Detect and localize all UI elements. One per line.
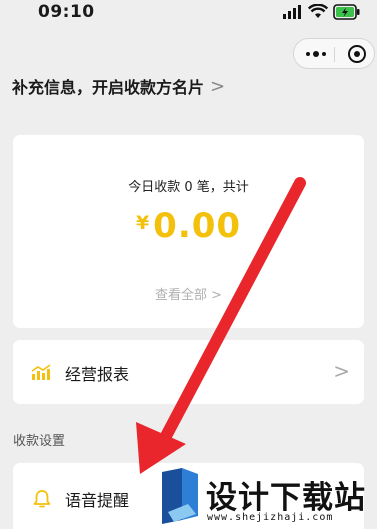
wifi-icon — [308, 4, 328, 18]
watermark: 设计下载站 www.shejizhaji.com — [150, 468, 377, 529]
voice-reminder-label: 语音提醒 — [65, 491, 130, 510]
watermark-logo — [162, 468, 198, 524]
chevron-right-icon: > — [210, 75, 226, 97]
chevron-right-icon: > — [211, 288, 222, 303]
close-mini-program-icon[interactable] — [348, 45, 366, 63]
view-all-label: 查看全部 — [155, 288, 208, 303]
today-amount: ¥0.00 — [13, 206, 364, 246]
amount-value: 0.00 — [153, 206, 242, 246]
complete-info-link[interactable]: 补充信息，开启收款方名片 > — [12, 74, 225, 98]
collection-settings-title: 收款设置 — [13, 434, 66, 449]
view-all-link[interactable]: 查看全部 > — [13, 284, 364, 303]
status-bar: 09:10 — [0, 0, 377, 28]
mini-program-capsule — [293, 38, 375, 69]
today-summary-card: 今日收款 0 笔，共计 ¥0.00 查看全部 > — [13, 135, 364, 328]
watermark-title: 设计下载站 — [206, 480, 366, 516]
today-collection-label: 今日收款 0 笔，共计 — [128, 180, 249, 195]
business-report-label: 经营报表 — [65, 365, 130, 384]
currency-symbol: ¥ — [135, 212, 150, 234]
chart-icon — [31, 364, 51, 380]
capsule-divider — [334, 47, 335, 62]
bell-icon — [33, 490, 51, 508]
status-time: 09:10 — [38, 2, 95, 22]
signal-icon — [283, 5, 301, 19]
chevron-right-icon: > — [333, 359, 350, 383]
watermark-url: www.shejizhaji.com — [207, 512, 334, 523]
business-report-item[interactable]: 经营报表 > — [13, 340, 364, 404]
more-icon[interactable] — [306, 51, 326, 57]
battery-charging-icon — [333, 4, 360, 20]
complete-info-label: 补充信息，开启收款方名片 — [12, 78, 205, 97]
